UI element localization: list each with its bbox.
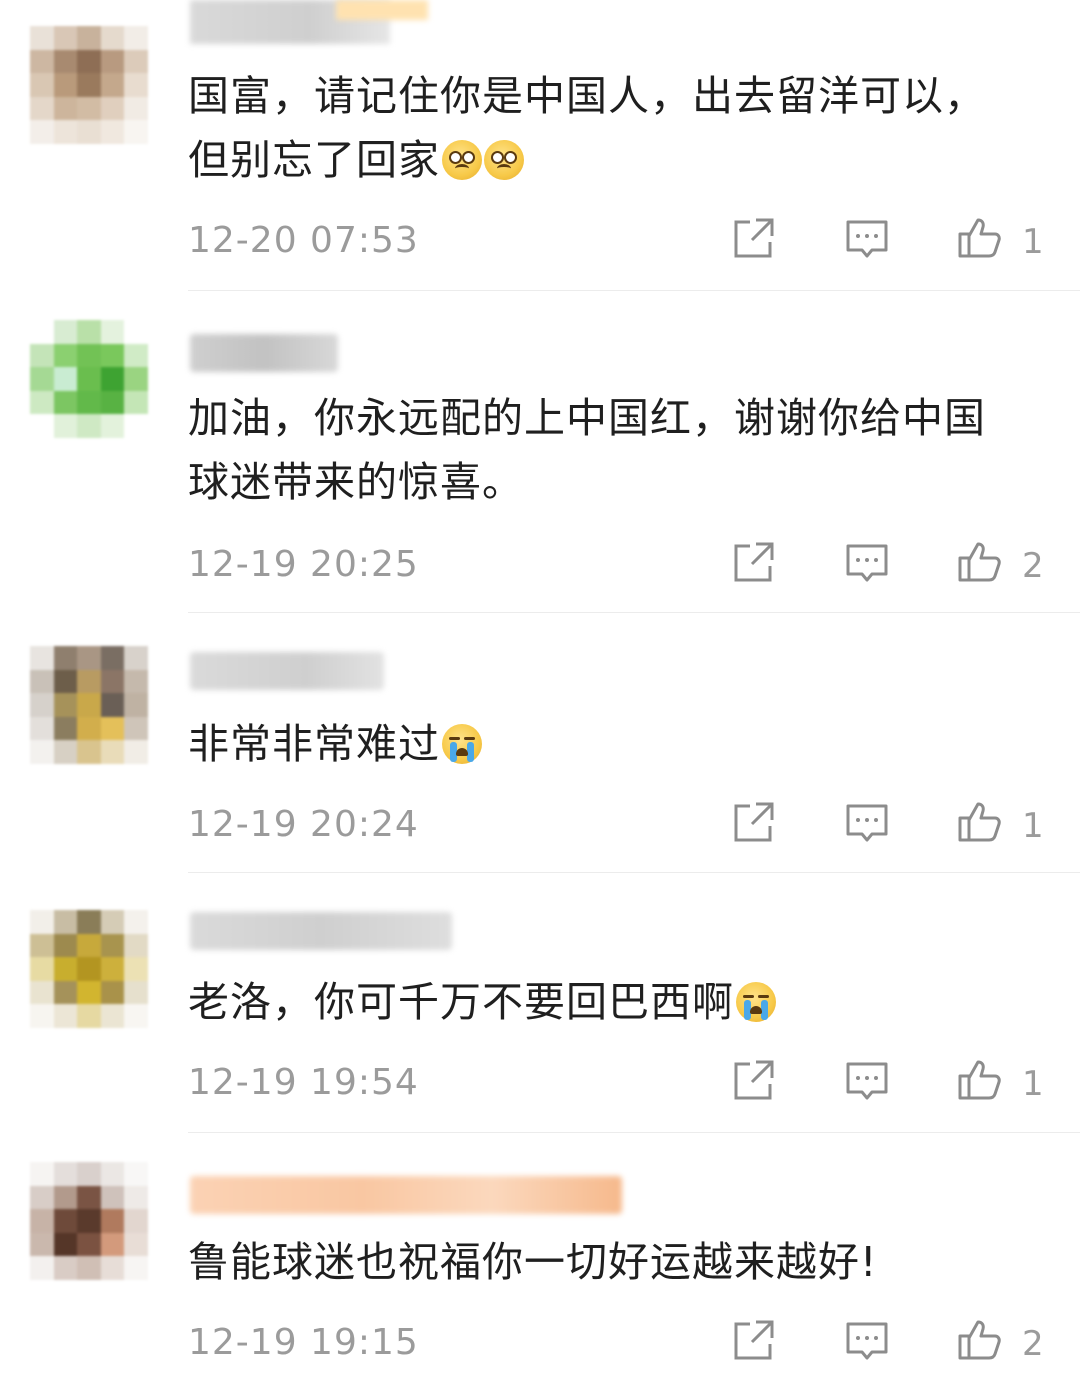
comment-text: 国富，请记住你是中国人，出去留洋可以， 但别忘了回家	[188, 64, 1058, 192]
share-icon	[734, 802, 774, 842]
avatar[interactable]	[30, 320, 148, 438]
avatar[interactable]	[30, 26, 148, 144]
comment-text-content: 非常非常难过	[188, 720, 440, 768]
comment-icon	[846, 544, 888, 582]
pleading-face-emoji-icon	[442, 140, 482, 180]
like-count: 1	[1022, 806, 1044, 846]
comment-icon	[846, 1062, 888, 1100]
comment-time: 12-20 07:53	[188, 220, 419, 261]
comment-item: 国富，请记住你是中国人，出去留洋可以， 但别忘了回家 12-20 07:53 1	[0, 0, 1080, 290]
comment-text: 加油，你永远配的上中国红，谢谢你给中国 球迷带来的惊喜。	[188, 386, 1058, 514]
like-count: 1	[1022, 222, 1044, 262]
comment-icon	[846, 220, 888, 258]
crying-face-emoji-icon	[442, 724, 482, 764]
comment-item: 鲁能球迷也祝福你一切好运越来越好! 12-19 19:15 2	[0, 1132, 1080, 1393]
like-count: 1	[1022, 1064, 1044, 1104]
thumbs-up-icon	[958, 802, 1001, 842]
comment-text: 鲁能球迷也祝福你一切好运越来越好!	[188, 1230, 1058, 1294]
thumbs-up-icon	[958, 1060, 1001, 1100]
thumbs-up-icon	[958, 542, 1001, 582]
username-blur	[190, 652, 384, 690]
crying-face-emoji-icon	[736, 982, 776, 1022]
avatar[interactable]	[30, 910, 148, 1028]
share-button[interactable]	[730, 216, 776, 262]
comment-time: 12-19 20:24	[188, 804, 419, 845]
like-button[interactable]	[956, 538, 1002, 584]
comment-icon	[846, 1322, 888, 1360]
share-icon	[734, 1060, 774, 1100]
avatar[interactable]	[30, 1162, 148, 1280]
reply-button[interactable]	[844, 800, 890, 846]
comment-item: 老洛，你可千万不要回巴西啊 12-19 19:54 1	[0, 872, 1080, 1132]
comment-text-content: 国富，请记住你是中国人，出去留洋可以， 但别忘了回家	[188, 72, 986, 184]
share-icon	[734, 1320, 774, 1360]
comment-text: 非常非常难过	[188, 712, 1058, 776]
thumbs-up-icon	[958, 1320, 1001, 1360]
thumbs-up-icon	[958, 218, 1001, 258]
username-blur	[190, 334, 338, 372]
like-button[interactable]	[956, 214, 1002, 260]
comment-time: 12-19 19:15	[188, 1322, 419, 1363]
reply-button[interactable]	[844, 540, 890, 586]
like-count: 2	[1022, 546, 1044, 586]
share-icon	[734, 542, 774, 582]
username-blur	[190, 912, 452, 950]
reply-button[interactable]	[844, 216, 890, 262]
pleading-face-emoji-icon	[484, 140, 524, 180]
share-icon	[734, 218, 774, 258]
comment-text-content: 老洛，你可千万不要回巴西啊	[188, 978, 734, 1026]
comment-time: 12-19 20:25	[188, 544, 419, 585]
share-button[interactable]	[730, 800, 776, 846]
comment-text-content: 鲁能球迷也祝福你一切好运越来越好!	[188, 1238, 878, 1286]
share-button[interactable]	[730, 1318, 776, 1364]
comment-text-content: 加油，你永远配的上中国红，谢谢你给中国 球迷带来的惊喜。	[188, 394, 986, 506]
reply-button[interactable]	[844, 1318, 890, 1364]
like-count: 2	[1022, 1324, 1044, 1364]
comment-item: 非常非常难过 12-19 20:24 1	[0, 612, 1080, 872]
like-button[interactable]	[956, 798, 1002, 844]
reply-button[interactable]	[844, 1058, 890, 1104]
share-button[interactable]	[730, 1058, 776, 1104]
comment-item: 加油，你永远配的上中国红，谢谢你给中国 球迷带来的惊喜。 12-19 20:25…	[0, 290, 1080, 612]
comment-icon	[846, 804, 888, 842]
comment-time: 12-19 19:54	[188, 1062, 419, 1103]
username-blur	[190, 1176, 622, 1214]
share-button[interactable]	[730, 540, 776, 586]
avatar[interactable]	[30, 646, 148, 764]
like-button[interactable]	[956, 1316, 1002, 1362]
comment-text: 老洛，你可千万不要回巴西啊	[188, 970, 1058, 1034]
like-button[interactable]	[956, 1056, 1002, 1102]
